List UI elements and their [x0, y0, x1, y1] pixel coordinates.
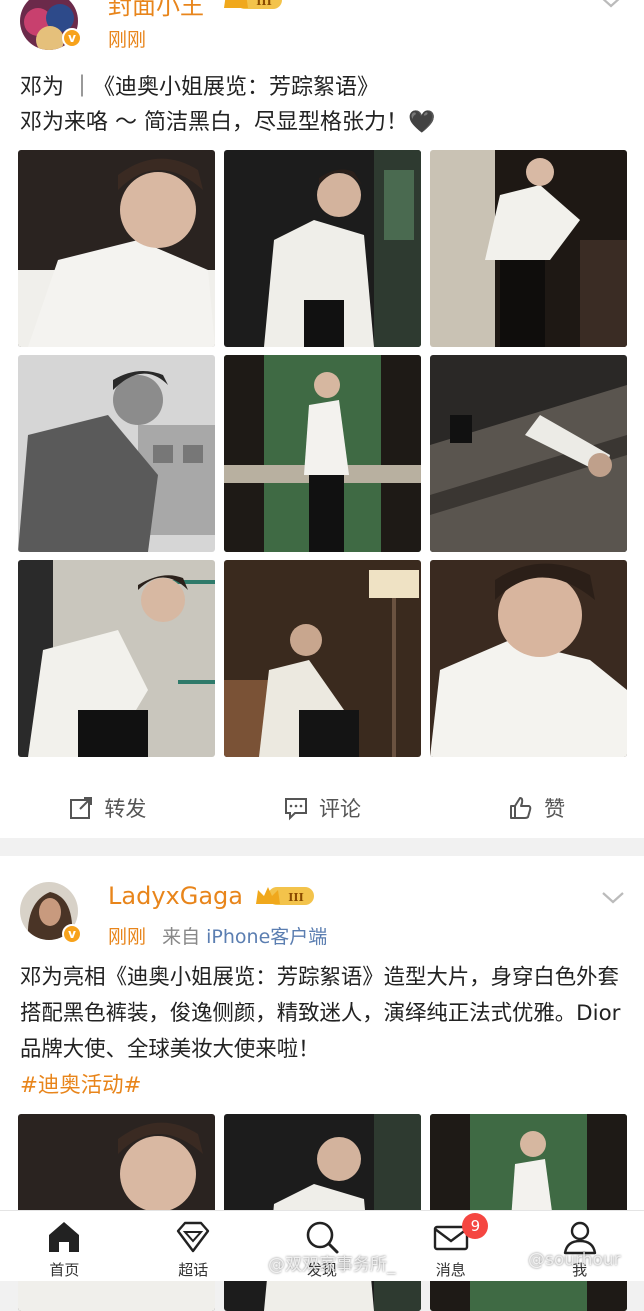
post-text-line: 邓为来咯 ～ 简洁黑白，尽显型格张力！🖤 — [20, 110, 436, 135]
post-text: 邓为亮相《迪奥小姐展览：芳踪絮语》造型大片，身穿白色外套搭配黑色裤装，俊逸侧颜，… — [20, 960, 628, 1104]
watermark: @双双家事务所_ — [268, 1255, 396, 1275]
thumbs-up-icon — [510, 797, 532, 819]
post-time: 刚刚 — [108, 29, 147, 51]
photo-thumbnail[interactable] — [224, 355, 421, 552]
photo-thumbnail[interactable] — [18, 355, 215, 552]
post-client[interactable]: iPhone客户端 — [206, 926, 327, 948]
weibo-post: v LadyxGaga III 刚刚 来自 iPhone客户端 邓为亮相《迪奥小… — [0, 856, 644, 1311]
tab-me[interactable]: 我 — [515, 1211, 644, 1281]
author-name[interactable]: 封面小王 — [108, 0, 204, 21]
chevron-down-icon[interactable] — [598, 0, 624, 10]
like-button[interactable]: 赞 — [429, 778, 644, 838]
tab-home[interactable]: 首页 — [0, 1211, 129, 1281]
like-label: 赞 — [544, 797, 566, 821]
photo-thumbnail[interactable] — [18, 150, 215, 347]
unread-badge: 9 — [462, 1213, 489, 1239]
author-name[interactable]: LadyxGaga — [108, 882, 243, 910]
tab-label: 超话 — [178, 1261, 209, 1279]
repost-label: 转发 — [104, 797, 147, 821]
action-bar: 转发 评论 赞 — [0, 778, 644, 838]
vip-crown-icon: III — [224, 0, 282, 9]
repost-button[interactable]: 转发 — [0, 778, 215, 838]
chevron-down-icon[interactable] — [600, 890, 626, 906]
diamond-icon — [176, 1221, 210, 1253]
comment-label: 评论 — [319, 797, 361, 821]
tab-label: 首页 — [49, 1261, 80, 1279]
tab-label: 消息 — [435, 1261, 466, 1279]
photo-thumbnail[interactable] — [18, 560, 215, 757]
tab-super-topic[interactable]: 超话 — [129, 1211, 258, 1281]
photo-thumbnail[interactable] — [430, 355, 627, 552]
repost-icon — [70, 797, 93, 819]
tab-messages[interactable]: 消息 9 — [386, 1211, 515, 1281]
vip-crown-icon: III — [256, 887, 314, 905]
post-text-line: 邓为 ｜《迪奥小姐展览：芳踪絮语》 — [20, 75, 379, 100]
photo-thumbnail[interactable] — [430, 560, 627, 757]
vip-level: III — [288, 891, 303, 904]
verified-badge: v — [62, 924, 82, 944]
watermark: @sourhour — [528, 1250, 621, 1270]
comment-icon — [285, 798, 307, 821]
photo-thumbnail[interactable] — [224, 560, 421, 757]
weibo-post: v 封面小王 III 刚刚 邓为 ｜《迪奥小姐展览：芳踪絮语》 邓为来咯 ～ 简… — [0, 0, 644, 838]
photo-thumbnail[interactable] — [224, 150, 421, 347]
photo-thumbnail[interactable] — [430, 150, 627, 347]
vip-level: III — [256, 0, 271, 8]
photo-grid — [18, 150, 627, 757]
post-meta: 刚刚 — [108, 25, 146, 52]
post-meta: 刚刚 来自 iPhone客户端 — [108, 922, 327, 949]
post-text: 邓为 ｜《迪奥小姐展览：芳踪絮语》 邓为来咯 ～ 简洁黑白，尽显型格张力！🖤 — [20, 70, 628, 140]
topic-link[interactable]: #迪奥活动# — [20, 1073, 141, 1098]
post-source-prefix: 来自 — [162, 926, 201, 948]
post-text-body: 邓为亮相《迪奥小姐展览：芳踪絮语》造型大片，身穿白色外套搭配黑色裤装，俊逸侧颜，… — [20, 965, 621, 1062]
post-time: 刚刚 — [108, 926, 147, 948]
home-icon — [49, 1222, 80, 1252]
comment-button[interactable]: 评论 — [215, 778, 430, 838]
verified-badge: v — [62, 28, 82, 48]
